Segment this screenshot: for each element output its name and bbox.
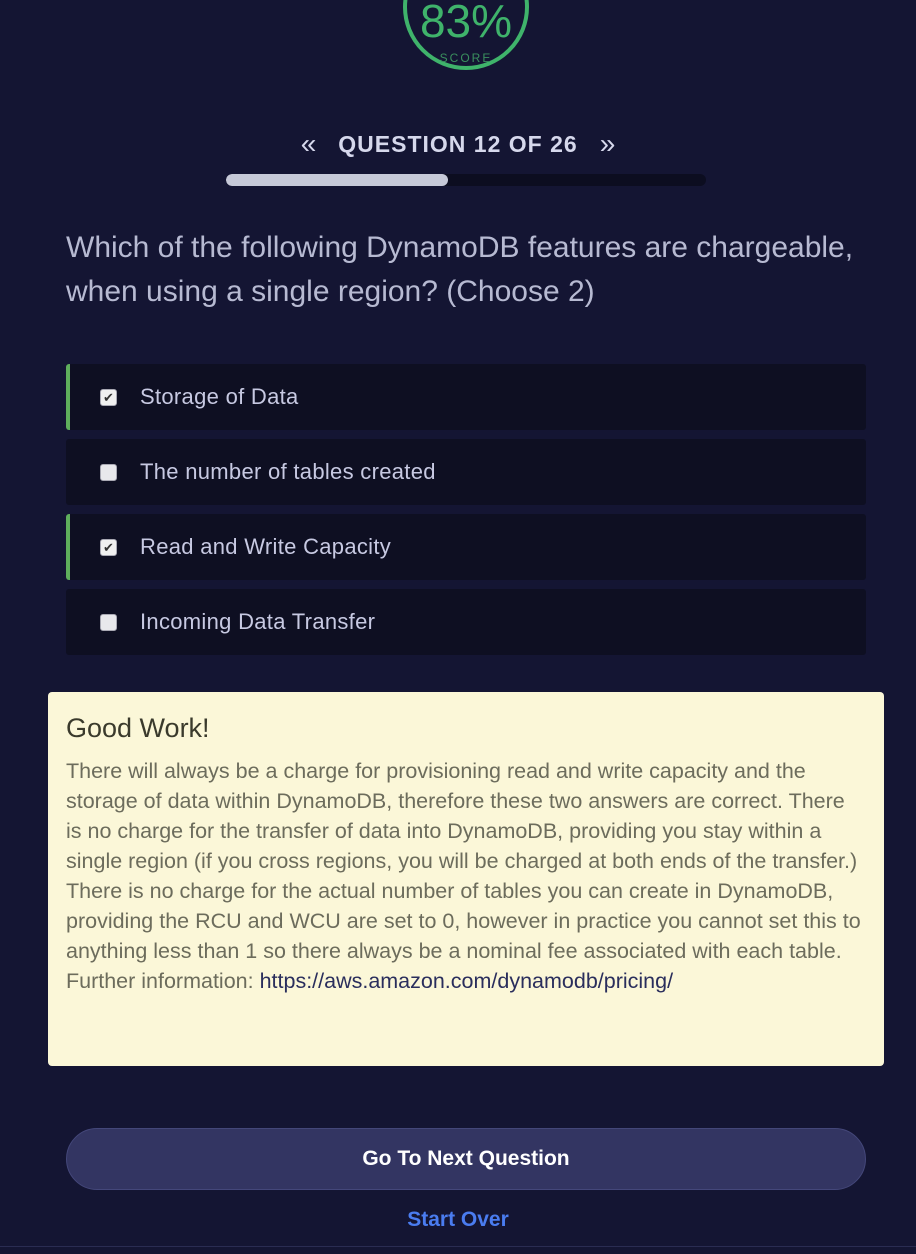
answer-label: Read and Write Capacity [140, 534, 392, 559]
double-chevron-left-icon[interactable]: « [301, 130, 317, 158]
answer-option[interactable]: Incoming Data Transfer [66, 589, 866, 655]
answer-label: The number of tables created [140, 459, 436, 484]
question-navigation: « QUESTION 12 OF 26 » [0, 126, 916, 162]
checkbox-checked[interactable]: ✔ [100, 538, 117, 556]
answer-label: Incoming Data Transfer [140, 609, 376, 634]
score-label: SCORE [439, 51, 493, 65]
checkbox[interactable] [100, 613, 117, 631]
checkbox-checked[interactable]: ✔ [100, 388, 117, 406]
feedback-text: There will always be a charge for provis… [66, 756, 866, 996]
double-chevron-right-icon[interactable]: » [600, 130, 616, 158]
feedback-title: Good Work! [66, 713, 210, 743]
answer-option[interactable]: The number of tables created [66, 439, 866, 505]
feedback-panel: Good Work! There will always be a charge… [48, 692, 884, 1066]
progress-bar [226, 174, 706, 186]
checkbox[interactable] [100, 463, 117, 481]
progress-fill [226, 174, 448, 186]
quiz-page: 83% SCORE « QUESTION 12 OF 26 » Which of… [0, 0, 916, 1254]
answer-option[interactable]: ✔ Storage of Data [66, 364, 866, 430]
next-question-button[interactable]: Go To Next Question [66, 1128, 866, 1190]
score-value: 83% [419, 0, 513, 47]
feedback-body: There will always be a charge for provis… [66, 759, 861, 993]
start-over-link[interactable]: Start Over [0, 1208, 916, 1232]
score-ring: 83% SCORE [403, 0, 529, 70]
pricing-link[interactable]: https://aws.amazon.com/dynamodb/pricing/ [260, 969, 673, 993]
question-counter: QUESTION 12 OF 26 [338, 130, 578, 157]
question-text: Which of the following DynamoDB features… [66, 231, 854, 308]
answer-label: Storage of Data [140, 384, 299, 409]
answer-option[interactable]: ✔ Read and Write Capacity [66, 514, 866, 580]
divider [0, 1246, 916, 1247]
answer-list: ✔ Storage of Data The number of tables c… [66, 364, 866, 664]
